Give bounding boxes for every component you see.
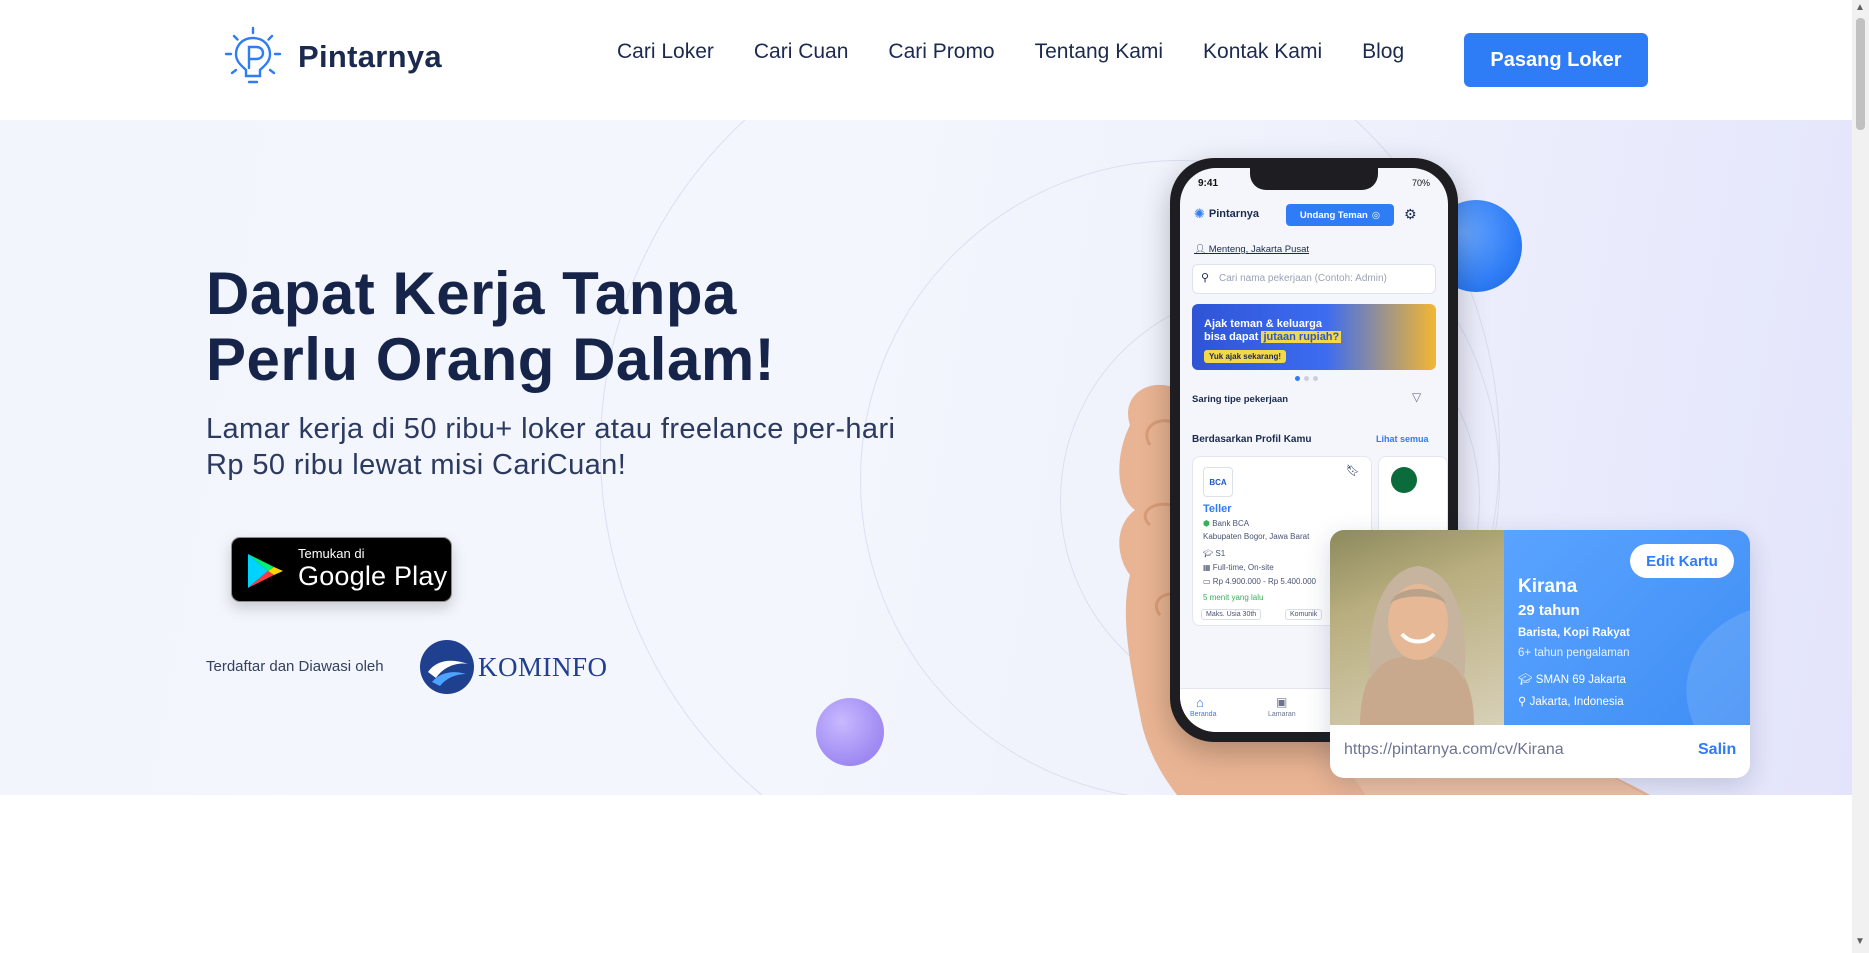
search-placeholder: Cari nama pekerjaan (Contoh: Admin) bbox=[1219, 273, 1387, 284]
company-logo: BCA bbox=[1203, 467, 1233, 497]
nav-tentang-kami[interactable]: Tentang Kami bbox=[1035, 40, 1163, 64]
hero-subtitle: Lamar kerja di 50 ribu+ loker atau freel… bbox=[206, 413, 896, 481]
money-icon: ▭ bbox=[1203, 577, 1211, 586]
whatsapp-icon: ◎ bbox=[1371, 209, 1381, 221]
scrollbar-thumb[interactable] bbox=[1856, 18, 1865, 130]
graduation-icon: 🎓︎ bbox=[1518, 674, 1536, 686]
job-education: 🎓︎ S1 bbox=[1203, 549, 1225, 558]
edit-card-button[interactable]: Edit Kartu bbox=[1630, 544, 1734, 578]
copy-link-button[interactable]: Salin bbox=[1698, 741, 1736, 759]
nav-cari-loker[interactable]: Cari Loker bbox=[617, 40, 714, 64]
nav-kontak-kami[interactable]: Kontak Kami bbox=[1203, 40, 1322, 64]
banner-text: Ajak teman & keluarga bisa dapat jutaan … bbox=[1204, 318, 1342, 344]
phone-app-name: Pintarnya bbox=[1208, 208, 1260, 220]
gear-icon[interactable]: ⚙ bbox=[1404, 206, 1417, 223]
cv-city-text: Jakarta, Indonesia bbox=[1529, 696, 1624, 708]
banner-line2-prefix: bisa dapat bbox=[1204, 331, 1262, 343]
registered-text: Terdaftar dan Diawasi oleh bbox=[206, 658, 384, 675]
google-play-large-label: Google Play bbox=[298, 561, 448, 591]
phone-notch bbox=[1250, 168, 1378, 190]
page-scrollbar[interactable]: ▲ ▼ bbox=[1852, 0, 1869, 953]
banner-highlight: jutaan rupiah? bbox=[1261, 331, 1342, 343]
user-icon: 👤︎ bbox=[1194, 244, 1209, 255]
scroll-down-icon[interactable]: ▼ bbox=[1855, 936, 1865, 947]
see-all-link[interactable]: Lihat semua bbox=[1376, 434, 1429, 444]
building-icon: ▦ bbox=[1203, 563, 1211, 572]
job-type-text: Full-time, On-site bbox=[1212, 563, 1274, 572]
hero-title-line1: Dapat Kerja Tanpa bbox=[206, 260, 737, 327]
decor-orb-purple bbox=[816, 698, 884, 766]
job-posted: 5 menit yang lalu bbox=[1203, 593, 1264, 602]
search-icon: ⚲ bbox=[1201, 272, 1210, 284]
scroll-up-icon[interactable]: ▲ bbox=[1855, 2, 1865, 13]
graduation-icon: 🎓︎ bbox=[1203, 549, 1214, 558]
job-tag: Komunik bbox=[1285, 609, 1323, 620]
phone-battery: 70% bbox=[1411, 178, 1430, 188]
nav-blog[interactable]: Blog bbox=[1362, 40, 1404, 64]
pasang-loker-button[interactable]: Pasang Loker bbox=[1464, 33, 1648, 87]
phone-time: 9:41 bbox=[1198, 178, 1219, 189]
cv-card: Edit Kartu Kirana 29 tahun Barista, Kopi… bbox=[1330, 530, 1750, 778]
google-play-small-label: Temukan di bbox=[298, 546, 365, 561]
google-play-badge[interactable]: Temukan di Google Play bbox=[231, 537, 452, 602]
hero-section: Dapat Kerja Tanpa Perlu Orang Dalam! Lam… bbox=[0, 120, 1852, 795]
location-link[interactable]: 👤︎ Menteng, Jakarta Pusat bbox=[1194, 244, 1309, 255]
banner-button[interactable]: Yuk ajak sekarang! bbox=[1204, 350, 1287, 363]
job-education-text: S1 bbox=[1215, 549, 1226, 558]
main-nav: Cari Loker Cari Cuan Cari Promo Tentang … bbox=[617, 40, 1404, 64]
banner-line1: Ajak teman & keluarga bbox=[1204, 318, 1322, 330]
kominfo-logo: KOMINFO bbox=[418, 638, 608, 696]
filter-label: Saring tipe pekerjaan bbox=[1192, 394, 1289, 405]
job-search-input[interactable]: ⚲ Cari nama pekerjaan (Contoh: Admin) bbox=[1192, 264, 1436, 294]
cv-job: Barista, Kopi Rakyat bbox=[1518, 627, 1630, 639]
nav-cari-cuan[interactable]: Cari Cuan bbox=[754, 40, 849, 64]
job-role: Teller bbox=[1203, 503, 1232, 515]
cv-experience: 6+ tahun pengalaman bbox=[1518, 647, 1630, 659]
cv-school: 🎓︎ SMAN 69 Jakarta bbox=[1518, 672, 1626, 686]
profile-photo bbox=[1330, 530, 1504, 725]
brand-logo[interactable]: Pintarnya bbox=[220, 24, 442, 90]
company-logo bbox=[1391, 467, 1417, 493]
tab-lamaran[interactable]: Lamaran bbox=[1268, 711, 1296, 718]
section-title: Berdasarkan Profil Kamu bbox=[1192, 434, 1312, 445]
job-type: ▦ Full-time, On-site bbox=[1203, 563, 1274, 572]
verified-icon: ⬢ bbox=[1203, 519, 1210, 528]
cv-name: Kirana bbox=[1518, 576, 1578, 597]
bookmark-icon[interactable]: 🔖︎ bbox=[1346, 464, 1360, 477]
job-salary: ▭ Rp 4.900.000 - Rp 5.400.000 bbox=[1203, 577, 1316, 586]
kominfo-name: KOMINFO bbox=[478, 651, 608, 682]
hero-title: Dapat Kerja Tanpa Perlu Orang Dalam! bbox=[206, 261, 775, 393]
site-header: Pintarnya Cari Loker Cari Cuan Cari Prom… bbox=[0, 0, 1852, 120]
briefcase-icon[interactable]: ▣ bbox=[1276, 695, 1287, 709]
tab-beranda[interactable]: Beranda bbox=[1190, 711, 1216, 718]
lightbulb-p-icon bbox=[224, 26, 282, 84]
cv-age: 29 tahun bbox=[1518, 602, 1580, 619]
referral-banner[interactable]: Ajak teman & keluarga bisa dapat jutaan … bbox=[1192, 304, 1436, 370]
person-illustration bbox=[1360, 566, 1474, 725]
job-company-text: Bank BCA bbox=[1212, 519, 1250, 528]
google-play-icon bbox=[248, 554, 283, 588]
lightbulb-icon: ✺ bbox=[1194, 206, 1205, 221]
phone-app-logo: ✺ Pintarnya bbox=[1194, 206, 1259, 222]
job-company: ⬢ Bank BCA bbox=[1203, 519, 1249, 528]
job-salary-text: Rp 4.900.000 - Rp 5.400.000 bbox=[1212, 577, 1316, 586]
location-pin-icon: ⚲ bbox=[1518, 696, 1530, 708]
filter-icon[interactable]: ▽ bbox=[1412, 390, 1421, 404]
job-location: Kabupaten Bogor, Jawa Barat bbox=[1203, 532, 1310, 541]
nav-cari-promo[interactable]: Cari Promo bbox=[888, 40, 994, 64]
carousel-dots bbox=[1295, 376, 1318, 381]
invite-friend-label: Undang Teman bbox=[1299, 209, 1368, 221]
brand-name: Pintarnya bbox=[298, 39, 442, 74]
page: Pintarnya Cari Loker Cari Cuan Cari Prom… bbox=[0, 0, 1869, 953]
cv-city: ⚲ Jakarta, Indonesia bbox=[1518, 694, 1624, 708]
kominfo-emblem-icon bbox=[420, 640, 474, 694]
hero-title-line2: Perlu Orang Dalam! bbox=[206, 326, 776, 393]
location-text: Menteng, Jakarta Pusat bbox=[1208, 244, 1310, 255]
home-icon[interactable]: ⌂ bbox=[1196, 695, 1204, 710]
cv-url: https://pintarnya.com/cv/Kirana bbox=[1344, 741, 1564, 758]
job-tag: Maks. Usia 30th bbox=[1201, 609, 1262, 620]
cv-school-text: SMAN 69 Jakarta bbox=[1535, 674, 1626, 686]
invite-friend-button[interactable]: Undang Teman ◎ bbox=[1286, 204, 1394, 226]
